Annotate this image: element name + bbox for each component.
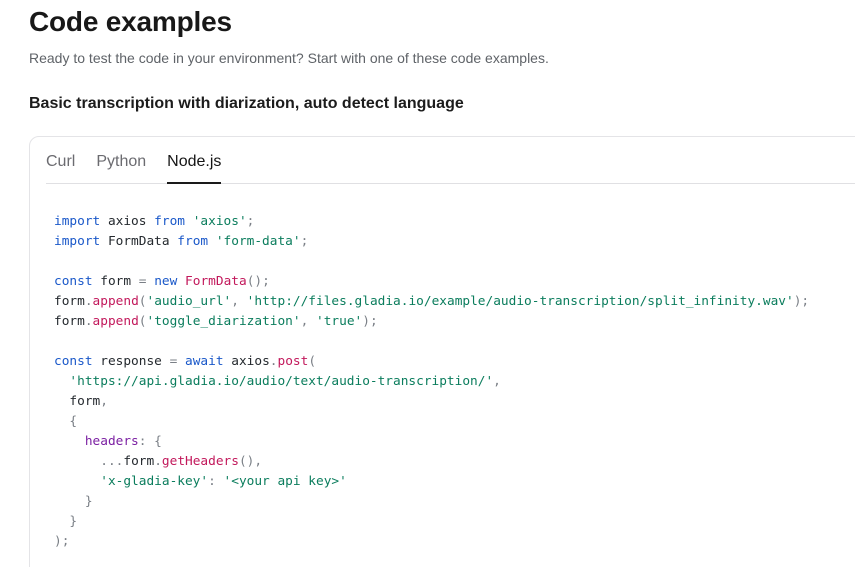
code-token: 'toggle_diarization': [146, 314, 301, 329]
code-line: 'x-gladia-key': '<your api key>': [54, 472, 809, 492]
code-token: await: [185, 354, 224, 369]
code-token: from: [154, 214, 185, 229]
code-line: const response = await axios.post(: [54, 352, 809, 372]
code-token: );: [362, 314, 378, 329]
code-token: new: [154, 274, 178, 289]
code-token: 'true': [316, 314, 363, 329]
code-token: ;: [300, 234, 309, 249]
code-token: '<your api key>': [223, 474, 347, 489]
code-token: .: [84, 294, 93, 309]
code-line: const form = new FormData();: [54, 272, 809, 292]
code-token: }: [69, 514, 78, 529]
code-token: );: [54, 534, 70, 549]
tab-python[interactable]: Python: [96, 137, 146, 183]
code-token: form: [54, 314, 85, 329]
page-subtitle: Ready to test the code in your environme…: [29, 50, 549, 66]
code-token: ();: [246, 274, 270, 289]
code-token: headers: [84, 434, 139, 449]
code-line: form.append('toggle_diarization', 'true'…: [54, 312, 809, 332]
code-token: import: [54, 234, 101, 249]
code-token: response: [92, 354, 170, 369]
code-token: import: [54, 214, 101, 229]
code-token: ...: [100, 454, 124, 469]
code-token: :: [208, 474, 224, 489]
code-token: 'audio_url': [146, 294, 232, 309]
code-token: 'https://api.gladia.io/audio/text/audio-…: [69, 374, 494, 389]
code-token: from: [177, 234, 209, 249]
code-token: append: [92, 294, 139, 309]
code-token: ,: [493, 374, 501, 389]
code-line: form.append('audio_url', 'http://files.g…: [54, 292, 809, 312]
code-token: post: [277, 354, 309, 369]
code-token: }: [84, 494, 93, 509]
code-token: FormData: [100, 234, 178, 249]
code-line: {: [54, 412, 809, 432]
code-line: }: [54, 512, 809, 532]
code-token: 'form-data': [215, 234, 301, 249]
page-title: Code examples: [29, 6, 232, 37]
code-token: form: [54, 294, 85, 309]
tab-curl[interactable]: Curl: [46, 137, 75, 183]
code-line: form,: [54, 392, 809, 412]
code-token: {: [69, 414, 78, 429]
tab-nodejs[interactable]: Node.js: [167, 137, 222, 184]
code-token: const: [54, 354, 93, 369]
code-token: 'http://files.gladia.io/example/audio-tr…: [246, 294, 794, 309]
code-line: import FormData from 'form-data';: [54, 232, 809, 252]
code-token: form: [92, 274, 139, 289]
code-token: FormData: [185, 274, 247, 289]
code-token: (),: [238, 454, 263, 469]
code-line: headers: {: [54, 432, 809, 452]
code-block: import axios from 'axios'; import FormDat…: [54, 212, 809, 552]
code-example-card: Curl Python Node.js import axios from 'a…: [29, 136, 855, 567]
code-token: form: [123, 454, 155, 469]
code-token: (: [138, 314, 147, 329]
code-token: getHeaders: [161, 454, 239, 469]
code-token: .: [154, 454, 162, 469]
code-token: : {: [138, 434, 162, 449]
code-token: (: [308, 354, 317, 369]
code-token: append: [92, 314, 139, 329]
code-token: );: [793, 294, 810, 309]
code-token: .: [269, 354, 278, 369]
code-token: form: [54, 394, 101, 409]
code-token: axios: [223, 354, 270, 369]
code-line: );: [54, 532, 809, 552]
code-line: 'https://api.gladia.io/audio/text/audio-…: [54, 372, 809, 392]
code-token: .: [84, 314, 93, 329]
code-token: ,: [300, 314, 317, 329]
code-token: 'x-gladia-key': [100, 474, 209, 489]
language-tabs: Curl Python Node.js: [46, 137, 855, 184]
code-token: ,: [100, 394, 108, 409]
code-token: ;: [246, 214, 255, 229]
code-token: const: [54, 274, 93, 289]
section-heading: Basic transcription with diarization, au…: [29, 95, 464, 112]
code-line: import axios from 'axios';: [54, 212, 809, 232]
code-token: axios: [100, 214, 155, 229]
code-line: ...form.getHeaders(),: [54, 452, 809, 472]
code-line: }: [54, 492, 809, 512]
code-token: (: [138, 294, 147, 309]
code-token: 'axios': [192, 214, 247, 229]
code-token: ,: [231, 294, 247, 309]
